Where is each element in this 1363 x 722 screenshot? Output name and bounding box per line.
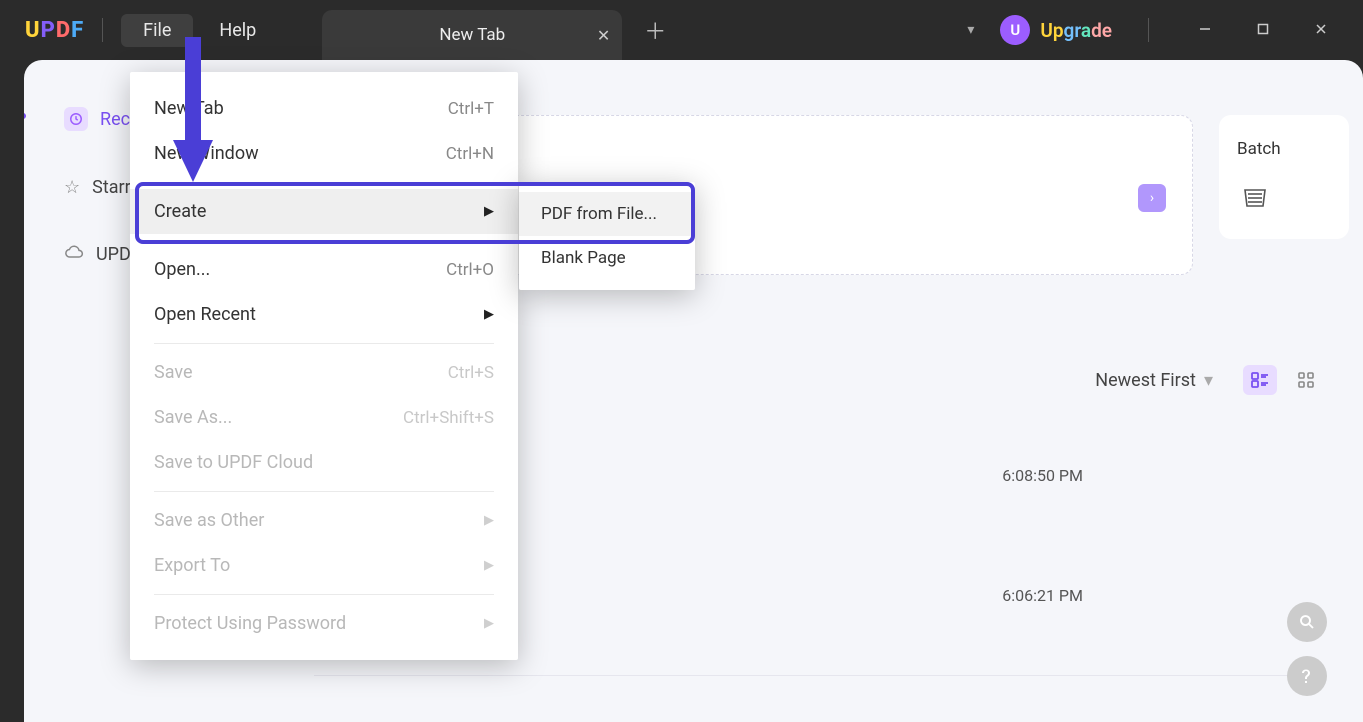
batch-icon bbox=[1237, 179, 1273, 215]
menu-label: New Tab bbox=[154, 98, 224, 119]
menu-item-save-other: Save as Other ▶ bbox=[130, 498, 518, 543]
chevron-down-icon: ▾ bbox=[1204, 370, 1213, 391]
menu-separator bbox=[154, 594, 494, 595]
menu-label: Open... bbox=[154, 259, 210, 280]
avatar: U bbox=[1000, 15, 1030, 45]
help-fab[interactable] bbox=[1287, 656, 1327, 696]
menu-item-new-tab[interactable]: New Tab Ctrl+T bbox=[130, 86, 518, 131]
menu-item-create[interactable]: Create ▶ bbox=[130, 189, 518, 234]
file-menu-dropdown: New Tab Ctrl+T New Window Ctrl+N Create … bbox=[130, 72, 518, 660]
create-submenu: PDF from File... Blank Page bbox=[519, 182, 695, 290]
submenu-arrow-icon: ▶ bbox=[484, 558, 494, 573]
tab-new[interactable]: New Tab ✕ bbox=[322, 10, 622, 60]
upgrade-button[interactable]: U Upgrade bbox=[1000, 15, 1112, 45]
menu-help[interactable]: Help bbox=[197, 14, 278, 47]
menu-label: New Window bbox=[154, 143, 259, 164]
chevron-right-icon[interactable]: › bbox=[1138, 184, 1166, 212]
menu-label: Save bbox=[154, 362, 193, 383]
chevron-down-icon[interactable]: ▾ bbox=[959, 14, 982, 46]
submenu-arrow-icon: ▶ bbox=[484, 204, 494, 219]
clock-icon bbox=[64, 107, 88, 131]
submenu-arrow-icon: ▶ bbox=[484, 307, 494, 322]
menu-item-protect: Protect Using Password ▶ bbox=[130, 601, 518, 646]
menu-item-save-as: Save As... Ctrl+Shift+S bbox=[130, 395, 518, 440]
shortcut: Ctrl+N bbox=[446, 144, 494, 164]
shortcut: Ctrl+S bbox=[448, 363, 494, 383]
maximize-button[interactable] bbox=[1243, 23, 1283, 38]
menu-item-new-window[interactable]: New Window Ctrl+N bbox=[130, 131, 518, 176]
batch-title: Batch bbox=[1237, 139, 1331, 159]
close-button[interactable] bbox=[1301, 22, 1341, 39]
app-logo: UPDF bbox=[25, 18, 84, 43]
search-fab[interactable] bbox=[1287, 602, 1327, 642]
batch-panel[interactable]: Batch bbox=[1219, 115, 1349, 239]
menu-separator bbox=[154, 343, 494, 344]
shortcut: Ctrl+T bbox=[448, 99, 494, 119]
cloud-icon bbox=[64, 244, 84, 265]
shortcut: Ctrl+O bbox=[446, 260, 494, 280]
menu-separator bbox=[154, 491, 494, 492]
titlebar-right: ▾ U Upgrade bbox=[959, 14, 1363, 46]
sort-bar: Newest First ▾ bbox=[1095, 365, 1323, 395]
titlebar: UPDF File Help New Tab ✕ ＋ ▾ U Upgrade bbox=[0, 0, 1363, 60]
separator bbox=[102, 18, 103, 42]
submenu-arrow-icon: ▶ bbox=[484, 616, 494, 631]
view-list-button[interactable] bbox=[1243, 365, 1277, 395]
submenu-item-pdf-from-file[interactable]: PDF from File... bbox=[519, 192, 695, 236]
file-time: 6:06:21 PM bbox=[1002, 586, 1083, 605]
divider bbox=[314, 675, 1323, 676]
view-grid-button[interactable] bbox=[1289, 365, 1323, 395]
menu-item-export: Export To ▶ bbox=[130, 543, 518, 588]
menu-label: Create bbox=[154, 201, 206, 222]
menu-label: Open Recent bbox=[154, 304, 256, 325]
menu-label: Save to UPDF Cloud bbox=[154, 452, 313, 473]
minimize-button[interactable] bbox=[1185, 22, 1225, 39]
menu-label: Protect Using Password bbox=[154, 613, 346, 634]
upgrade-label: Upgrade bbox=[1040, 19, 1112, 42]
menu-label: Save As... bbox=[154, 407, 232, 428]
submenu-arrow-icon: ▶ bbox=[484, 513, 494, 528]
shortcut: Ctrl+Shift+S bbox=[403, 408, 494, 428]
new-tab-button[interactable]: ＋ bbox=[644, 14, 666, 46]
file-time: 6:08:50 PM bbox=[1002, 466, 1083, 485]
submenu-item-blank-page[interactable]: Blank Page bbox=[519, 236, 695, 280]
menu-label: Export To bbox=[154, 555, 230, 576]
separator bbox=[1148, 18, 1149, 42]
menu-item-open-recent[interactable]: Open Recent ▶ bbox=[130, 292, 518, 337]
menu-file[interactable]: File bbox=[121, 14, 193, 47]
tab-label: New Tab bbox=[439, 25, 505, 45]
menu-item-save-cloud: Save to UPDF Cloud bbox=[130, 440, 518, 485]
sort-label: Newest First bbox=[1095, 370, 1196, 391]
menu-item-save: Save Ctrl+S bbox=[130, 350, 518, 395]
menu-label: Save as Other bbox=[154, 510, 264, 531]
menu-separator bbox=[154, 240, 494, 241]
menu-item-open[interactable]: Open... Ctrl+O bbox=[130, 247, 518, 292]
star-icon: ☆ bbox=[64, 177, 80, 198]
menu-separator bbox=[154, 182, 494, 183]
indicator-dot bbox=[24, 113, 26, 119]
view-toggle bbox=[1243, 365, 1323, 395]
tab-close-icon[interactable]: ✕ bbox=[597, 26, 610, 45]
sort-dropdown[interactable]: Newest First ▾ bbox=[1095, 370, 1213, 391]
